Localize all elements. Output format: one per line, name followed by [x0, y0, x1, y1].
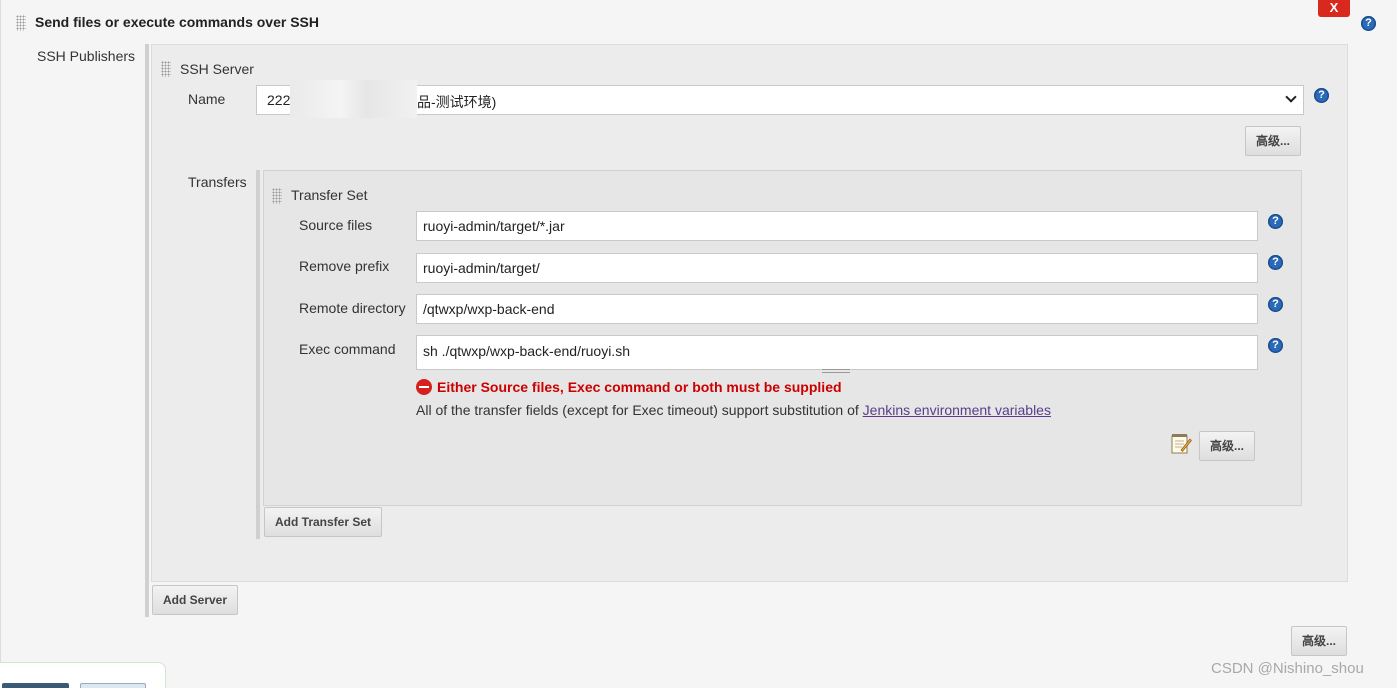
section-title: Send files or execute commands over SSH — [35, 14, 319, 30]
save-button[interactable] — [2, 683, 69, 688]
remote-directory-label: Remote directory — [299, 300, 406, 316]
notepad-icon[interactable] — [1171, 433, 1192, 454]
source-files-label: Source files — [299, 217, 373, 233]
drag-handle-icon[interactable] — [16, 15, 26, 31]
section-help-icon[interactable]: ? — [1361, 16, 1376, 31]
transfers-left-bar — [256, 170, 260, 539]
server-name-suffix: 品-测试环境) — [417, 94, 497, 110]
server-name-prefix: 222 — [267, 92, 291, 108]
env-variables-link[interactable]: Jenkins environment variables — [863, 402, 1051, 418]
server-drag-handle-icon[interactable] — [161, 61, 171, 77]
add-transfer-set-button[interactable]: Add Transfer Set — [264, 507, 382, 537]
substitution-note: All of the transfer fields (except for E… — [416, 402, 1051, 418]
error-icon — [416, 379, 432, 395]
close-button[interactable]: X — [1318, 0, 1350, 17]
redacted-area — [290, 80, 417, 118]
remote-directory-help-icon[interactable]: ? — [1268, 297, 1283, 312]
validation-error-message: Either Source files, Exec command or bot… — [437, 379, 842, 395]
apply-button[interactable] — [80, 683, 146, 688]
server-advanced-button[interactable]: 高级... — [1245, 126, 1301, 156]
substitution-note-text: All of the transfer fields (except for E… — [416, 402, 863, 418]
remove-prefix-label: Remove prefix — [299, 258, 390, 274]
transfer-advanced-button[interactable]: 高级... — [1199, 431, 1255, 461]
exec-command-label: Exec command — [299, 341, 396, 357]
watermark-text: CSDN @Nishino_shou — [1211, 660, 1364, 677]
transfer-drag-handle-icon[interactable] — [272, 188, 282, 204]
remove-prefix-help-icon[interactable]: ? — [1268, 255, 1283, 270]
transfers-label: Transfers — [188, 174, 247, 190]
name-help-icon[interactable]: ? — [1314, 88, 1329, 103]
source-files-input[interactable]: ruoyi-admin/target/*.jar — [416, 211, 1258, 241]
name-label: Name — [188, 91, 226, 107]
exec-command-textarea[interactable]: sh ./qtwxp/wxp-back-end/ruoyi.sh — [416, 335, 1258, 370]
transfer-set-title: Transfer Set — [291, 187, 368, 203]
publishers-left-bar — [145, 44, 149, 617]
exec-command-help-icon[interactable]: ? — [1268, 338, 1283, 353]
remote-directory-input[interactable]: /qtwxp/wxp-back-end — [416, 294, 1258, 324]
add-server-button[interactable]: Add Server — [152, 585, 238, 615]
ssh-server-title: SSH Server — [180, 61, 254, 77]
ssh-publishers-label: SSH Publishers — [37, 48, 136, 64]
remove-prefix-input[interactable]: ruoyi-admin/target/ — [416, 253, 1258, 283]
bottom-advanced-button[interactable]: 高级... — [1291, 626, 1347, 656]
source-files-help-icon[interactable]: ? — [1268, 214, 1283, 229]
textarea-resize-grip-icon[interactable] — [822, 369, 850, 373]
